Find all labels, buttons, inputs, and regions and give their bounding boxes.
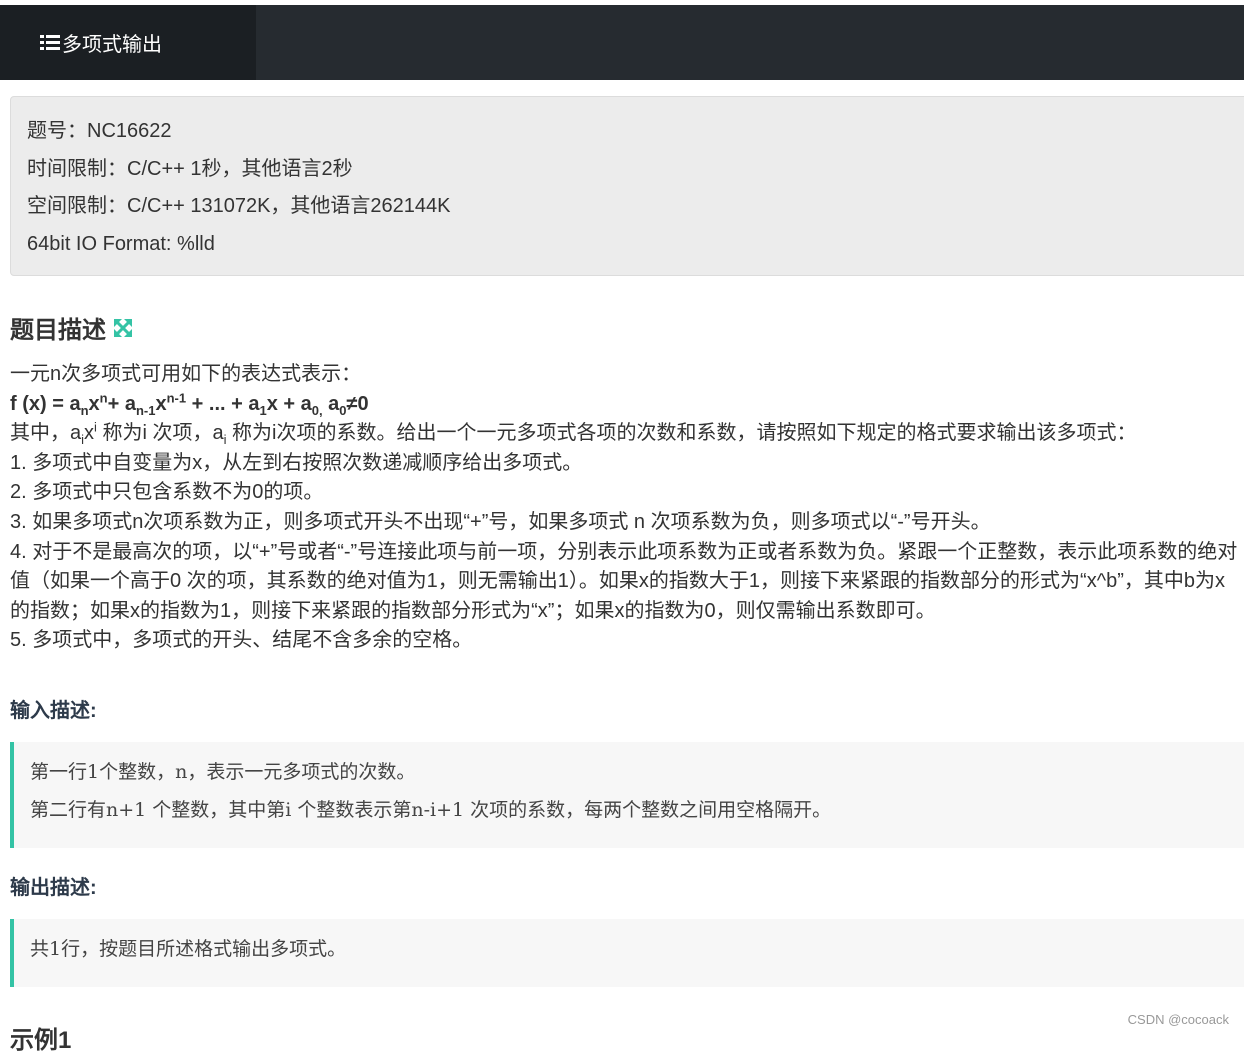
rule-5: 5. 多项式中，多项式的开头、结尾不含多余的空格。 — [10, 629, 473, 652]
polynomial-formula: f (x) = anxn+ an-1xn-1 + ... + a1x + a0,… — [10, 389, 369, 418]
input-line-1: 第一行1个整数，n，表示一元多项式的次数。 — [30, 761, 416, 783]
example-heading: 示例1 — [10, 1027, 72, 1054]
list-icon — [40, 35, 60, 50]
tab-problem-title[interactable]: 多项式输出 — [0, 5, 256, 80]
input-heading: 输入描述: — [10, 700, 97, 722]
time-limit: 时间限制：C/C++ 1秒，其他语言2秒 — [27, 157, 353, 180]
input-line-2: 第二行有n+1 个整数，其中第i 个整数表示第n-i+1 次项的系数，每两个整数… — [30, 799, 832, 821]
watermark: CSDN @cocoack — [1127, 1012, 1229, 1027]
description-title: 题目描述 — [10, 317, 106, 344]
input-description-block: 第一行1个整数，n，表示一元多项式的次数。 第二行有n+1 个整数，其中第i 个… — [10, 742, 1244, 848]
term-definition: 其中，aixi 称为i 次项，ai 称为i次项的系数。给出一个一元多项式各项的次… — [10, 419, 1137, 448]
problem-info-panel: 题号：NC16622 时间限制：C/C++ 1秒，其他语言2秒 空间限制：C/C… — [10, 96, 1244, 276]
output-line-1: 共1行，按题目所述格式输出多项式。 — [30, 938, 347, 960]
expand-icon[interactable] — [112, 317, 134, 339]
io-format: 64bit IO Format: %lld — [27, 232, 215, 255]
tab-title-label: 多项式输出 — [62, 34, 162, 56]
description-heading: 题目描述 — [10, 310, 134, 345]
problem-description: 一元n次多项式可用如下的表达式表示： f (x) = anxn+ an-1xn-… — [10, 360, 1244, 656]
description-intro: 一元n次多项式可用如下的表达式表示： — [10, 363, 362, 385]
output-heading: 输出描述: — [10, 877, 97, 899]
rule-4: 4. 对于不是最高次的项，以“+”号或者“-”号连接此项与前一项，分别表示此项系… — [10, 540, 1238, 622]
output-description-block: 共1行，按题目所述格式输出多项式。 — [10, 919, 1244, 987]
rule-1: 1. 多项式中自变量为x，从左到右按照次数递减顺序给出多项式。 — [10, 451, 583, 474]
top-nav-bar: 多项式输出 — [0, 5, 1244, 80]
rule-3: 3. 如果多项式n次项系数为正，则多项式开头不出现“+”号，如果多项式 n 次项… — [10, 510, 991, 533]
rule-2: 2. 多项式中只包含系数不为0的项。 — [10, 481, 324, 504]
problem-id: 题号：NC16622 — [27, 120, 172, 142]
memory-limit: 空间限制：C/C++ 131072K，其他语言262144K — [27, 195, 451, 217]
